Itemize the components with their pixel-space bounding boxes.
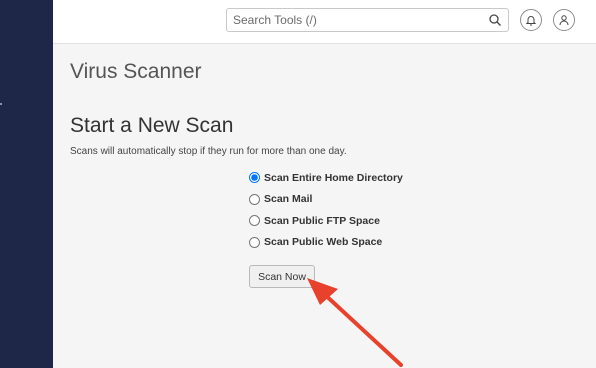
radio-public-web[interactable] [249, 236, 260, 248]
radio-home-directory[interactable] [249, 172, 260, 184]
option-label: Scan Public Web Space [264, 236, 383, 249]
option-label: Scan Public FTP Space [264, 214, 380, 227]
option-home-directory[interactable]: Scan Entire Home Directory [249, 167, 403, 189]
radio-public-ftp[interactable] [249, 215, 260, 227]
search-icon[interactable] [488, 13, 502, 27]
notifications-button[interactable] [520, 9, 542, 31]
sidebar-marker [0, 103, 2, 105]
scan-options: Scan Entire Home Directory Scan Mail Sca… [249, 167, 403, 253]
search-input[interactable] [233, 12, 483, 28]
scan-note: Scans will automatically stop if they ru… [70, 146, 347, 157]
user-menu-button[interactable] [553, 9, 575, 31]
option-public-ftp[interactable]: Scan Public FTP Space [249, 210, 403, 232]
option-public-web[interactable]: Scan Public Web Space [249, 232, 403, 254]
annotation-arrow [307, 278, 403, 367]
radio-mail[interactable] [249, 193, 260, 205]
section-title: Start a New Scan [70, 114, 234, 137]
option-label: Scan Entire Home Directory [264, 171, 403, 184]
page-title: Virus Scanner [70, 60, 202, 83]
search-box[interactable] [226, 8, 509, 32]
option-mail[interactable]: Scan Mail [249, 189, 403, 211]
sidebar [0, 0, 53, 368]
option-label: Scan Mail [264, 193, 313, 206]
